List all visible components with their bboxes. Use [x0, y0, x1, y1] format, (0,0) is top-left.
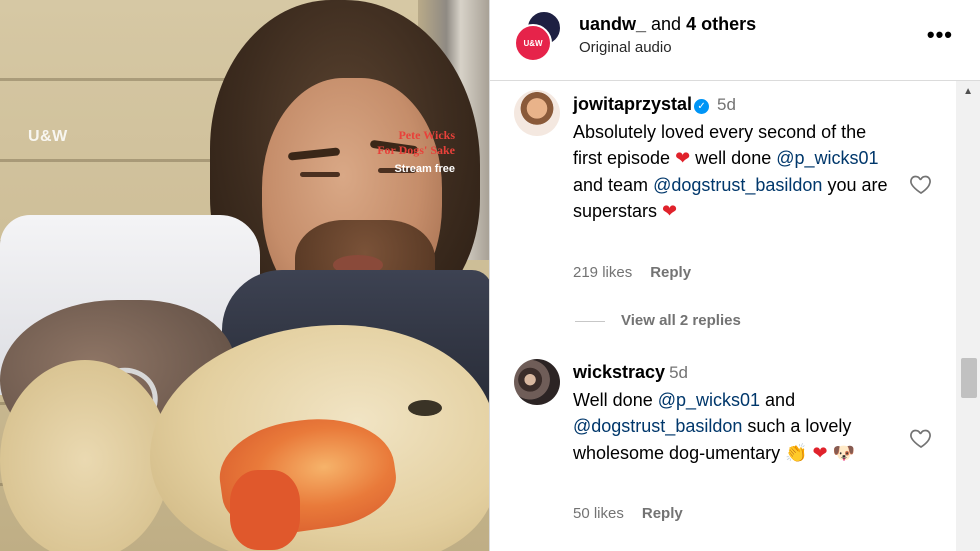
uandw-avatar[interactable]: U&W — [514, 24, 552, 62]
likes-count[interactable]: 219 likes — [573, 264, 632, 281]
mention-link[interactable]: @p_wicks01 — [776, 148, 878, 168]
commenter-avatar[interactable] — [514, 359, 560, 405]
scroll-up-arrow-icon[interactable]: ▲ — [963, 86, 973, 97]
audio-link[interactable]: Original audio — [579, 39, 672, 56]
comment-time: 5d — [669, 363, 688, 382]
clap-emoji-icon: 👏 — [785, 442, 808, 463]
heart-emoji-icon: ❤ — [675, 148, 691, 168]
post-panel: U&W uandw_ and 4 others Original audio •… — [489, 0, 980, 551]
likes-count[interactable]: 50 likes — [573, 505, 624, 522]
dog-toy-part — [230, 470, 300, 550]
others-link[interactable]: 4 others — [686, 14, 756, 34]
channel-logo: U&W — [28, 128, 68, 145]
dog-emoji-icon: 🐶 — [832, 442, 856, 463]
heart-icon[interactable] — [908, 426, 934, 450]
comment-time: 5d — [717, 95, 736, 114]
comment-text-part: Well done — [573, 389, 658, 410]
person-eye — [300, 172, 340, 177]
scroll-thumb[interactable] — [961, 358, 977, 398]
post-header: U&W uandw_ and 4 others Original audio •… — [490, 0, 980, 81]
show-title: Pete Wicks For Dogs' Sake — [377, 128, 455, 158]
view-replies-button[interactable]: View all 2 replies — [575, 312, 741, 329]
reel-video[interactable]: U&W Pete Wicks For Dogs' Sake Stream fre… — [0, 0, 489, 551]
dog-ear — [0, 360, 170, 551]
stream-free-label: Stream free — [394, 163, 455, 175]
author-line: uandw_ and 4 others — [579, 14, 756, 35]
verified-badge-icon: ✓ — [694, 99, 710, 114]
comment-meta: 50 likes Reply — [573, 505, 701, 522]
comment-meta: 219 likes Reply — [573, 264, 709, 281]
reply-button[interactable]: Reply — [642, 505, 683, 522]
mention-link[interactable]: @p_wicks01 — [658, 390, 760, 410]
commenter-username[interactable]: jowitaprzystal — [573, 94, 692, 114]
comment-text-part: well done — [690, 148, 777, 168]
show-title-line2: For Dogs' Sake — [377, 143, 455, 157]
comment-text-part: and team — [573, 174, 654, 195]
heart-emoji-icon: ❤ — [812, 442, 828, 463]
and-text: and — [651, 14, 682, 34]
comment-text: jowitaprzystal ✓ 5d Absolutely loved every… — [573, 91, 896, 225]
author-avatar[interactable]: U&W — [514, 10, 562, 62]
reply-button[interactable]: Reply — [650, 264, 691, 281]
mention-link[interactable]: @dogstrust_basildon — [653, 175, 822, 195]
author-username[interactable]: uandw_ — [579, 14, 646, 34]
mention-link[interactable]: @dogstrust_basildon — [573, 416, 742, 436]
scrollbar[interactable] — [956, 81, 980, 551]
dog-eye — [408, 400, 442, 416]
comment-text-part: and — [760, 389, 796, 410]
comment-text: wickstracy 5d Well done @p_wicks01 and @d… — [573, 359, 896, 466]
heart-icon[interactable] — [908, 172, 934, 196]
more-options-icon[interactable]: ••• — [927, 22, 953, 48]
heart-emoji-icon: ❤ — [662, 201, 678, 221]
comments-list: jowitaprzystal ✓ 5d Absolutely loved every… — [490, 81, 956, 551]
commenter-avatar[interactable] — [514, 90, 560, 136]
commenter-username[interactable]: wickstracy — [573, 362, 665, 382]
show-title-line1: Pete Wicks — [398, 128, 455, 142]
